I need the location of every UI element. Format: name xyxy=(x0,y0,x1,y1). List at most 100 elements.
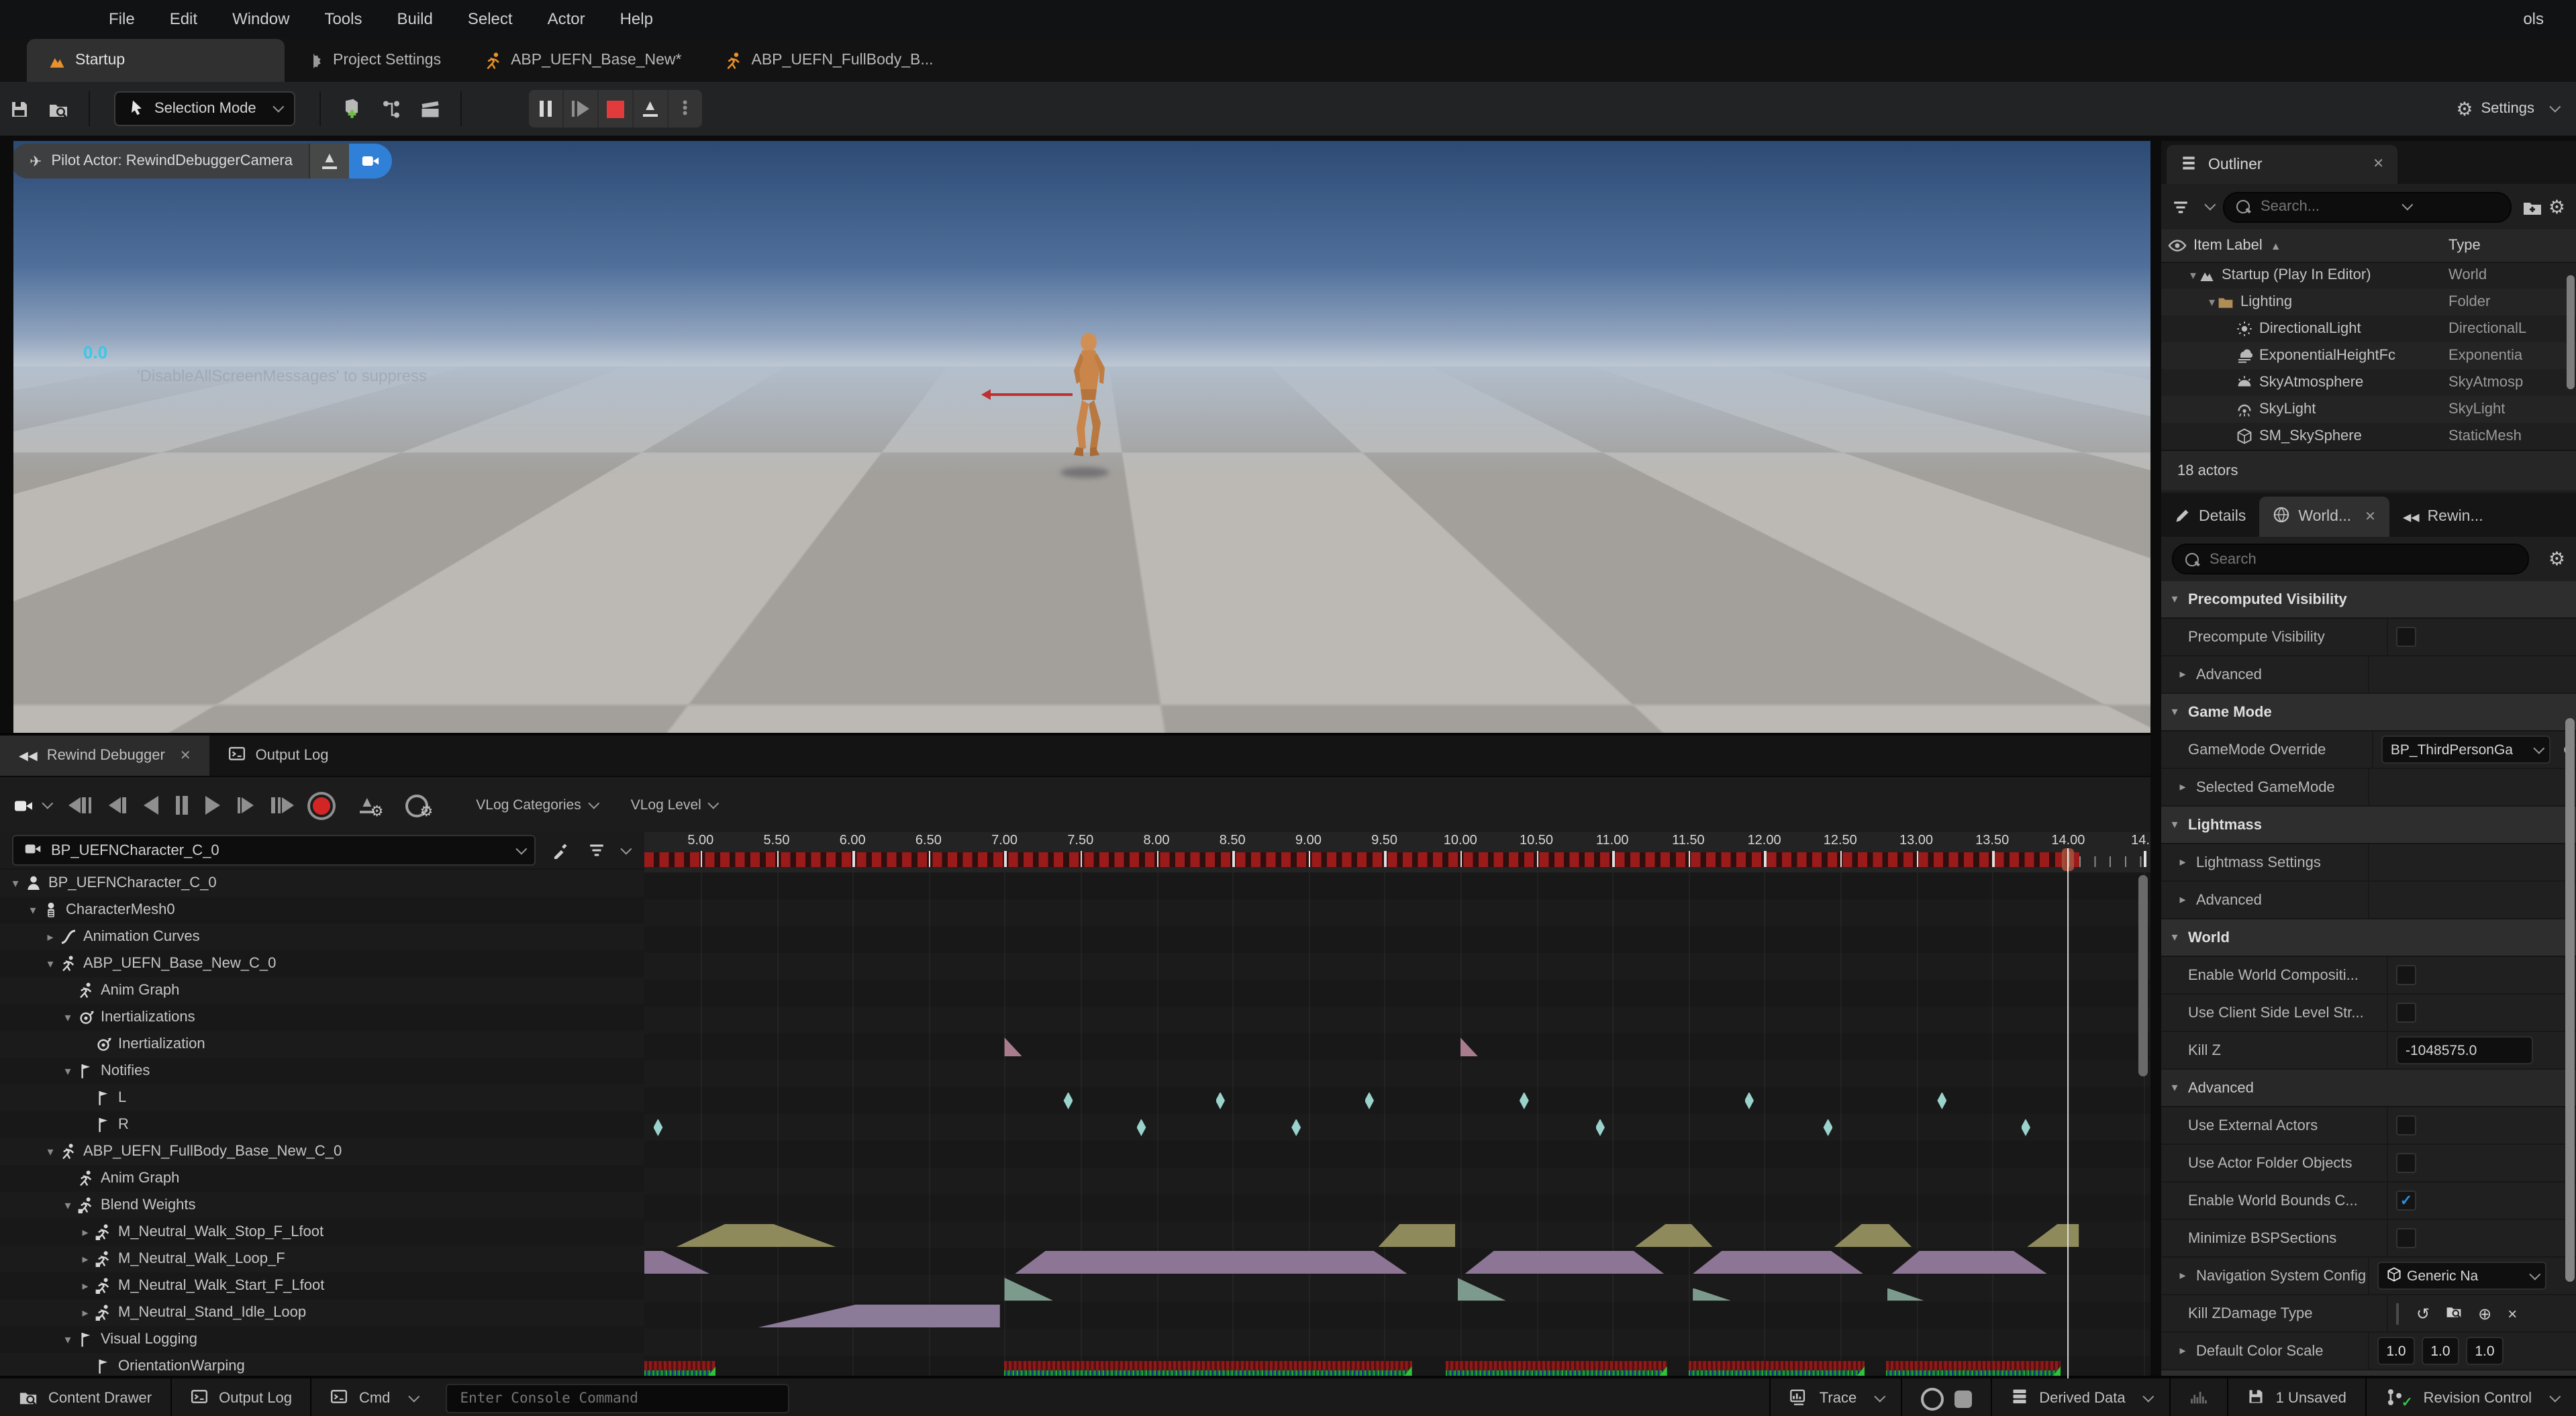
content-browser-button[interactable] xyxy=(48,99,68,119)
checkbox[interactable]: ✓ xyxy=(2396,1191,2416,1211)
value-input[interactable]: 1.0 xyxy=(2422,1337,2459,1365)
trace-dropdown[interactable]: Trace xyxy=(1770,1378,1901,1416)
tab-rewind-debugger[interactable]: ◀◀ Rewind Debugger ✕ xyxy=(0,736,210,776)
expand-arrow[interactable]: ▸ xyxy=(2169,1344,2196,1358)
outliner-row-sm-skysphere[interactable]: SM_SkySphereStaticMesh xyxy=(2161,423,2576,450)
vlog-categories-dropdown[interactable]: VLog Categories xyxy=(476,797,595,813)
blend-weight-walk-loop[interactable] xyxy=(1015,1251,1407,1274)
value-dropdown[interactable]: BP_ThirdPersonGa xyxy=(2381,736,2550,764)
expand-arrow[interactable]: ▸ xyxy=(78,1278,93,1293)
console-command-input[interactable] xyxy=(445,1384,789,1413)
tree-row-inertialization[interactable]: Inertialization xyxy=(0,1031,644,1058)
details-search-input[interactable] xyxy=(2207,550,2336,568)
debug-actor-selector[interactable]: BP_UEFNCharacter_C_0 xyxy=(12,835,536,866)
editor-tab-abp-uefn-base-new[interactable]: ABP_UEFN_Base_New* xyxy=(462,39,703,82)
value-input[interactable]: 1.0 xyxy=(2466,1337,2504,1365)
editor-tab-project-settings[interactable]: Project Settings xyxy=(285,39,462,82)
viewport-3d[interactable]: ✈ Pilot Actor: RewindDebuggerCamera ▲ 0.… xyxy=(13,141,2150,733)
outliner-row-exponentialheightfc[interactable]: ExponentialHeightFcExponentia xyxy=(2161,342,2576,369)
tree-row-r[interactable]: R xyxy=(0,1111,644,1138)
expand-arrow[interactable]: ▾ xyxy=(2200,295,2215,310)
derived-data-dropdown[interactable]: Derived Data xyxy=(1991,1378,2169,1416)
expand-arrow[interactable]: ▾ xyxy=(60,1332,75,1347)
expand-arrow[interactable]: ▾ xyxy=(60,1010,75,1025)
expand-arrow[interactable]: ▸ xyxy=(78,1305,93,1320)
blend-weight-walk-loop[interactable] xyxy=(1465,1251,1665,1274)
details-scrollbar[interactable] xyxy=(2565,718,2575,1282)
cmd-dropdown[interactable]: Cmd xyxy=(312,1378,434,1416)
menu-select[interactable]: Select xyxy=(450,0,530,39)
tree-row-blend-weights[interactable]: ▾Blend Weights xyxy=(0,1192,644,1219)
camera-mode-dropdown[interactable] xyxy=(13,795,34,815)
details-section-game-mode[interactable]: ▾Game Mode xyxy=(2161,694,2576,731)
column-item-label[interactable]: Item Label xyxy=(2193,238,2263,254)
tree-row-bp-uefncharacter-c-0[interactable]: ▾BP_UEFNCharacter_C_0 xyxy=(0,870,644,897)
eye-icon[interactable] xyxy=(2161,236,2193,255)
tree-row-charactermesh0[interactable]: ▾CharacterMesh0 xyxy=(0,897,644,923)
outliner-filter-button[interactable] xyxy=(2172,198,2189,215)
menu-window[interactable]: Window xyxy=(215,0,307,39)
unsaved-button[interactable]: 1 Unsaved xyxy=(2228,1378,2365,1416)
tree-row-inertializations[interactable]: ▾Inertializations xyxy=(0,1004,644,1031)
pick-button[interactable]: ⊕ xyxy=(2478,1304,2491,1323)
tree-row-m-neutral-walk-loop-f[interactable]: ▸M_Neutral_Walk_Loop_F xyxy=(0,1246,644,1272)
clear-button[interactable]: × xyxy=(2508,1304,2517,1323)
expand-arrow[interactable]: ▾ xyxy=(26,903,40,917)
tab-outliner[interactable]: Outliner ✕ xyxy=(2167,145,2397,184)
expand-arrow[interactable]: ▾ xyxy=(60,1198,75,1213)
record-button[interactable] xyxy=(310,794,333,817)
insights-buttons[interactable] xyxy=(1901,1378,1991,1416)
expand-arrow[interactable]: ▸ xyxy=(2169,780,2196,795)
expand-arrow[interactable]: ▸ xyxy=(78,1225,93,1240)
tree-row-l[interactable]: L xyxy=(0,1084,644,1111)
outliner-row-skyatmosphere[interactable]: SkyAtmosphereSkyAtmosp xyxy=(2161,369,2576,396)
tree-row-m-neutral-walk-stop-f-lfoot[interactable]: ▸M_Neutral_Walk_Stop_F_Lfoot xyxy=(0,1219,644,1246)
output-log-button[interactable]: Output Log xyxy=(172,1378,312,1416)
tab-world-settings[interactable]: World...✕ xyxy=(2259,497,2389,537)
details-search[interactable] xyxy=(2172,544,2530,574)
tree-row-abp-uefn-base-new-c-0[interactable]: ▾ABP_UEFN_Base_New_C_0 xyxy=(0,950,644,977)
tab-rewind[interactable]: ◀◀Rewin... xyxy=(2389,497,2497,537)
menu-file[interactable]: File xyxy=(91,0,152,39)
value-dropdown[interactable]: Generic Na xyxy=(2377,1262,2546,1290)
outliner-search-input[interactable] xyxy=(2258,197,2387,216)
value-input[interactable]: 1.0 xyxy=(2377,1337,2415,1365)
step-forward-button[interactable] xyxy=(236,797,254,813)
menu-build[interactable]: Build xyxy=(379,0,450,39)
content-drawer-button[interactable]: Content Drawer xyxy=(0,1378,172,1416)
column-type[interactable]: Type xyxy=(2448,238,2481,254)
settings-dropdown[interactable]: ⚙ Settings xyxy=(2456,82,2557,136)
pause-button[interactable] xyxy=(174,796,189,815)
outliner-scrollbar[interactable] xyxy=(2567,275,2575,389)
tab-output-log[interactable]: Output Log xyxy=(210,736,348,776)
checkbox[interactable] xyxy=(2396,627,2416,647)
close-icon[interactable]: ✕ xyxy=(2373,157,2384,172)
checkbox[interactable] xyxy=(2396,1228,2416,1248)
expand-arrow[interactable]: ▸ xyxy=(43,929,58,944)
stop-piloting-button[interactable]: ▲ xyxy=(309,144,349,179)
details-section-physics[interactable]: ▾Physics xyxy=(2161,1370,2576,1376)
tree-row-visual-logging[interactable]: ▾Visual Logging xyxy=(0,1326,644,1353)
stop-button[interactable] xyxy=(599,90,634,128)
target-settings-button[interactable]: ⚙ xyxy=(405,791,434,820)
details-section-advanced[interactable]: ▾Advanced xyxy=(2161,1070,2576,1107)
add-actor-dropdown[interactable] xyxy=(341,98,362,119)
play-options-button[interactable]: ••• xyxy=(668,90,702,128)
checkbox[interactable] xyxy=(2396,965,2416,985)
outliner-search[interactable] xyxy=(2223,191,2512,222)
tree-row-abp-uefn-fullbody-base-new-c-0[interactable]: ▾ABP_UEFN_FullBody_Base_New_C_0 xyxy=(0,1138,644,1165)
checkbox[interactable] xyxy=(2396,1003,2416,1023)
expand-arrow[interactable]: ▾ xyxy=(43,1144,58,1159)
outliner-settings-button[interactable]: ⚙ xyxy=(2548,195,2565,218)
details-settings-button[interactable]: ⚙ xyxy=(2548,548,2565,570)
menu-actor[interactable]: Actor xyxy=(530,0,603,39)
vlog-level-dropdown[interactable]: VLog Level xyxy=(631,797,716,813)
close-icon[interactable]: ✕ xyxy=(2365,509,2376,524)
frame-skip-button[interactable] xyxy=(564,90,599,128)
character-mannequin[interactable] xyxy=(1063,332,1111,476)
menu-edit[interactable]: Edit xyxy=(152,0,215,39)
tree-row-notifies[interactable]: ▾Notifies xyxy=(0,1058,644,1084)
expand-arrow[interactable]: ▸ xyxy=(2169,855,2196,870)
outliner-row-lighting[interactable]: ▾LightingFolder xyxy=(2161,289,2576,315)
skip-to-end-button[interactable] xyxy=(270,797,294,813)
